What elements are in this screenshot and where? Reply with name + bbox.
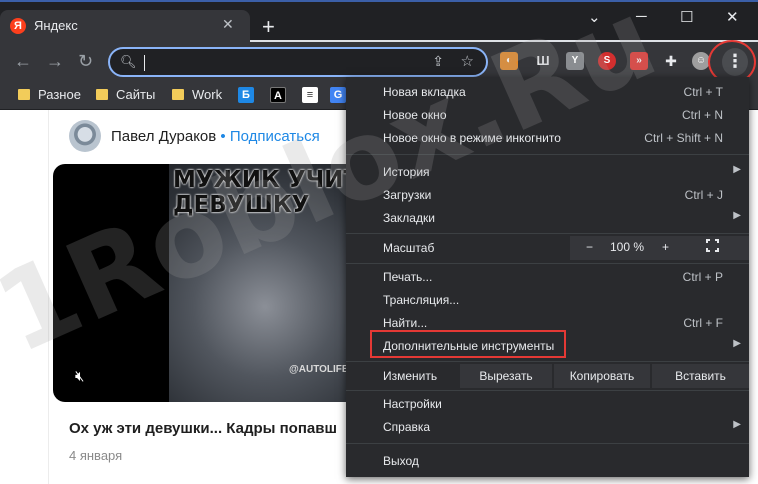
menu-item-label: Новое окно [383, 108, 447, 122]
back-button[interactable]: ← [14, 51, 32, 72]
menu-separator [346, 390, 749, 391]
subscribe-link[interactable]: Подписаться [230, 128, 320, 145]
bookmark-label: Сайты [116, 87, 156, 102]
menu-item-shortcut: Ctrl + J [684, 188, 723, 202]
menu-item-label: Печать... [383, 270, 433, 284]
folder-icon [96, 89, 108, 100]
reload-button[interactable]: ↻ [78, 51, 93, 72]
zoom-level: 100 % [610, 240, 645, 254]
mute-icon[interactable]: 🔇︎ [75, 368, 84, 385]
bookmark-doc-icon[interactable]: ≡ [302, 87, 318, 103]
bookmark-label: Work [192, 87, 223, 102]
menu-item-label: Настройки [383, 397, 442, 411]
zoom-out-button[interactable]: − [586, 240, 593, 254]
folder-icon [172, 89, 184, 100]
post-title[interactable]: Ох уж эти девушки... Кадры попавш [69, 420, 337, 437]
menu-item-shortcut: Ctrl + P [682, 270, 723, 284]
author-avatar[interactable] [69, 120, 101, 152]
bookmark-folder-sites[interactable]: Сайты [96, 87, 155, 102]
tab-yandex[interactable]: Я Яндекс ✕ [0, 10, 250, 44]
forward-button[interactable]: → [46, 51, 64, 72]
share-icon[interactable]: ⇪ [432, 53, 444, 70]
new-tab-button[interactable]: + [262, 16, 275, 38]
post-date: 4 января [69, 448, 123, 463]
bookmark-folder-misc[interactable]: Разное [18, 87, 81, 102]
menu-item-label: Закладки [383, 211, 435, 225]
author-separator: • [216, 128, 230, 145]
address-bar[interactable]: 🔍︎ ⇪ ☆ [108, 47, 488, 77]
menu-item-history[interactable]: История ▶ [346, 161, 749, 184]
menu-edit-row: Изменить Вырезать Копировать Вставить [346, 364, 749, 388]
menu-item-print[interactable]: Печать... Ctrl + P [346, 266, 749, 289]
title-bar: Я Яндекс ✕ + ⌄ ─ ☐ ✕ [0, 0, 758, 44]
menu-item-new-window[interactable]: Новое окно Ctrl + N [346, 104, 749, 127]
tab-title: Яндекс [34, 18, 78, 33]
menu-separator [346, 443, 749, 444]
folder-icon [18, 89, 30, 100]
extension-translate-icon[interactable]: Ш [534, 52, 552, 70]
more-tools-highlight [370, 330, 566, 358]
bookmark-site-icon[interactable]: G [330, 87, 346, 103]
extension-y-icon[interactable]: Y [566, 52, 584, 70]
menu-item-new-tab[interactable]: Новая вкладка Ctrl + T [346, 81, 749, 104]
bookmark-site-icon[interactable]: A [270, 87, 286, 103]
menu-item-label: Выход [383, 454, 419, 468]
zoom-controls: − 100 % + [570, 236, 749, 260]
copy-button[interactable]: Копировать [554, 364, 650, 388]
menu-separator [346, 233, 749, 234]
menu-item-shortcut: Ctrl + Shift + N [644, 131, 723, 145]
minimize-button[interactable]: ─ [636, 8, 647, 25]
bookmark-site-icon[interactable]: Б [238, 87, 254, 103]
tab-close-icon[interactable]: ✕ [222, 16, 234, 33]
menu-item-label: Загрузки [383, 188, 432, 202]
chevron-right-icon: ▶ [733, 164, 741, 175]
chevron-right-icon: ▶ [733, 419, 741, 430]
tab-search-icon[interactable]: ⌄ [588, 8, 601, 26]
zoom-in-button[interactable]: + [662, 240, 669, 254]
search-icon: 🔍︎ [120, 54, 137, 69]
paste-button[interactable]: Вставить [652, 364, 749, 388]
menu-item-label: Новое окно в режиме инкогнито [383, 131, 561, 145]
menu-item-exit[interactable]: Выход [346, 450, 749, 473]
menu-zoom-row: Масштаб − 100 % + [346, 236, 749, 260]
menu-item-cast[interactable]: Трансляция... [346, 289, 749, 312]
menu-item-incognito[interactable]: Новое окно в режиме инкогнито Ctrl + Shi… [346, 127, 749, 150]
toolbar: ← → ↻ 🔍︎ ⇪ ☆ ◐ Ш Y S » ✚ ☺ ⋮ [0, 42, 758, 82]
menu-separator [346, 154, 749, 155]
menu-item-settings[interactable]: Настройки [346, 393, 749, 416]
extension-seo-icon[interactable]: S [598, 52, 616, 70]
menu-item-bookmarks[interactable]: Закладки ▶ [346, 207, 749, 230]
yandex-favicon-icon: Я [10, 18, 26, 34]
text-caret [144, 55, 145, 71]
extension-1-icon[interactable]: ◐ [500, 52, 518, 70]
menu-item-label: Трансляция... [383, 293, 460, 307]
close-window-button[interactable]: ✕ [726, 8, 739, 26]
cut-button[interactable]: Вырезать [460, 364, 552, 388]
edit-label: Изменить [383, 369, 438, 383]
menu-item-shortcut: Ctrl + F [683, 316, 723, 330]
chrome-main-menu: Новая вкладка Ctrl + T Новое окно Ctrl +… [346, 77, 749, 477]
menu-item-downloads[interactable]: Загрузки Ctrl + J [346, 184, 749, 207]
menu-item-help[interactable]: Справка ▶ [346, 416, 749, 439]
chevron-right-icon: ▶ [733, 338, 741, 349]
menu-separator [346, 263, 749, 264]
bookmark-label: Разное [38, 87, 81, 102]
chevron-right-icon: ▶ [733, 210, 741, 221]
extensions-puzzle-icon[interactable]: ✚ [662, 52, 680, 70]
post-author-line: Павел Дураков • Подписаться [111, 128, 320, 145]
extension-forward-icon[interactable]: » [630, 52, 648, 70]
menu-item-label: Новая вкладка [383, 85, 466, 99]
bookmark-folder-work[interactable]: Work [172, 87, 222, 102]
zoom-label: Масштаб [383, 241, 435, 255]
maximize-button[interactable]: ☐ [680, 8, 693, 26]
menu-item-label: История [383, 165, 430, 179]
menu-item-shortcut: Ctrl + T [683, 85, 723, 99]
bookmark-star-icon[interactable]: ☆ [461, 52, 474, 70]
fullscreen-icon[interactable] [705, 238, 720, 253]
menu-item-label: Справка [383, 420, 431, 434]
author-name[interactable]: Павел Дураков [111, 128, 216, 145]
menu-item-shortcut: Ctrl + N [681, 108, 723, 122]
menu-separator [346, 361, 749, 362]
menu-item-label: Найти... [383, 316, 428, 330]
